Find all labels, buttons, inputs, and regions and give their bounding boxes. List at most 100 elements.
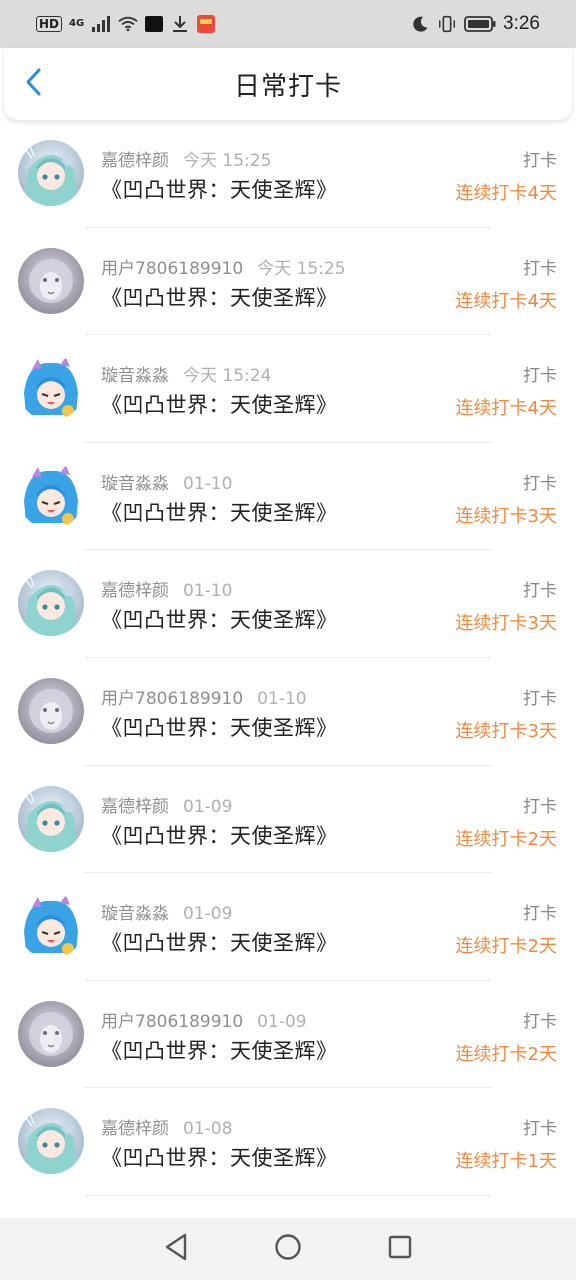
page-header: 日常打卡	[4, 48, 572, 120]
checkin-time: 今天 15:24	[183, 366, 272, 387]
triangle-back-icon	[163, 1233, 189, 1265]
checkin-meta: 用户7806189910 今天 15:25	[101, 254, 346, 279]
avatar[interactable]	[18, 893, 84, 960]
user-name[interactable]: 嘉德梓颜	[101, 151, 169, 171]
streak-label: 连续打卡3天	[455, 613, 557, 635]
square-recents-icon	[387, 1234, 413, 1264]
page-title: 日常打卡	[233, 71, 342, 102]
divider	[84, 1194, 492, 1196]
checkin-tag: 打卡	[523, 1011, 557, 1032]
list-item[interactable]: 嘉德梓颜 今天 15:25 《凹凸世界：天使圣辉》 打卡连续打卡4天	[0, 120, 576, 228]
streak-label: 连续打卡3天	[455, 720, 557, 742]
list-item[interactable]: 用户7806189910 01-09 《凹凸世界：天使圣辉》 打卡连续打卡2天	[0, 981, 576, 1089]
checkin-tag: 打卡	[523, 473, 557, 494]
avatar[interactable]	[18, 140, 84, 206]
checkin-meta: 用户7806189910 01-10	[101, 684, 307, 709]
checkin-tag: 打卡	[523, 366, 557, 387]
streak-label: 连续打卡4天	[455, 290, 557, 312]
download-icon	[170, 14, 190, 34]
user-name[interactable]: 用户7806189910	[101, 1012, 243, 1032]
message-notification-icon	[145, 16, 164, 32]
avatar[interactable]	[18, 1108, 84, 1175]
checkin-meta: 嘉德梓颜 今天 15:25	[101, 146, 271, 171]
list-item[interactable]: 用户7806189910 01-10 《凹凸世界：天使圣辉》 打卡连续打卡3天	[0, 658, 576, 766]
user-name[interactable]: 嘉德梓颜	[101, 581, 169, 601]
game-title: 《凹凸世界：天使圣辉》	[101, 285, 338, 310]
avatar[interactable]	[18, 785, 84, 852]
streak-label: 连续打卡2天	[455, 1043, 557, 1065]
list-item[interactable]: 璇音淼淼 今天 15:24 《凹凸世界：天使圣辉》 打卡连续打卡4天	[0, 335, 576, 443]
checkin-tag: 打卡	[523, 151, 557, 171]
user-name[interactable]: 嘉德梓颜	[101, 1119, 169, 1139]
status-bar-right: 3:26	[410, 13, 540, 35]
nav-recents-button[interactable]	[380, 1229, 420, 1269]
avatar[interactable]	[18, 677, 84, 744]
signal-icon	[91, 14, 111, 34]
game-title: 《凹凸世界：天使圣辉》	[101, 178, 338, 202]
checkin-time: 01-09	[183, 796, 233, 817]
user-name[interactable]: 嘉德梓颜	[101, 797, 169, 817]
checkin-meta: 璇音淼淼 01-10	[101, 469, 232, 494]
user-name[interactable]: 璇音淼淼	[101, 474, 169, 494]
avatar[interactable]	[18, 462, 84, 529]
checkin-tag: 打卡	[523, 581, 557, 602]
avatar[interactable]	[18, 570, 84, 637]
streak-label: 连续打卡3天	[455, 505, 557, 527]
checkin-meta: 嘉德梓颜 01-08	[101, 1114, 232, 1139]
checkin-meta: 嘉德梓颜 01-09	[101, 792, 232, 817]
streak-label: 连续打卡2天	[455, 936, 557, 958]
checkin-time: 01-10	[183, 473, 233, 494]
game-title: 《凹凸世界：天使圣辉》	[101, 1146, 338, 1171]
game-title: 《凹凸世界：天使圣辉》	[101, 715, 338, 740]
checkin-meta: 璇音淼淼 01-09	[101, 899, 232, 924]
streak-label: 连续打卡1天	[455, 1151, 557, 1173]
chevron-left-icon	[23, 67, 45, 101]
checkin-time: 今天 15:25	[257, 258, 346, 279]
checkin-list[interactable]: 嘉德梓颜 今天 15:25 《凹凸世界：天使圣辉》 打卡 连续打卡4天 用户7806189…	[0, 120, 576, 1218]
checkin-meta: 用户7806189910 01-09	[101, 1007, 307, 1032]
checkin-meta: 璇音淼淼 今天 15:24	[101, 361, 271, 386]
checkin-tag: 打卡	[523, 904, 557, 925]
streak-label: 连续打卡4天	[455, 398, 557, 420]
game-title: 《凹凸世界：天使圣辉》	[101, 608, 338, 633]
checkin-time: 01-09	[257, 1011, 307, 1032]
list-item[interactable]: 用户7806189910 今天 15:25 《凹凸世界：天使圣辉》 打卡连续打卡4天	[0, 228, 576, 336]
checkin-tag: 打卡	[523, 688, 557, 709]
user-name[interactable]: 璇音淼淼	[101, 904, 169, 924]
user-name[interactable]: 用户7806189910	[101, 689, 243, 709]
list-item[interactable]: 璇音淼淼 01-10 《凹凸世界：天使圣辉》 打卡连续打卡3天	[0, 443, 576, 551]
status-bar: HD 4G 3:26	[0, 0, 576, 48]
battery-icon	[464, 14, 496, 34]
game-title: 《凹凸世界：天使圣辉》	[101, 500, 338, 525]
list-item[interactable]: 嘉德梓颜 01-09 《凹凸世界：天使圣辉》 打卡连续打卡2天	[0, 766, 576, 874]
checkin-tag: 打卡	[523, 796, 557, 817]
avatar[interactable]	[18, 247, 84, 314]
back-button[interactable]	[16, 66, 52, 102]
checkin-time: 01-10	[257, 688, 307, 709]
list-item[interactable]: 嘉德梓颜 01-08 《凹凸世界：天使圣辉》 打卡连续打卡1天	[0, 1088, 576, 1196]
wifi-icon	[118, 14, 138, 34]
checkin-time: 今天 15:25	[183, 151, 272, 171]
game-title: 《凹凸世界：天使圣辉》	[101, 393, 338, 418]
checkin-tag: 打卡	[523, 258, 557, 279]
avatar[interactable]	[18, 1000, 84, 1067]
streak-label: 连续打卡4天	[455, 183, 557, 204]
user-name[interactable]: 璇音淼淼	[101, 366, 169, 386]
user-name[interactable]: 用户7806189910	[101, 259, 243, 279]
game-title: 《凹凸世界：天使圣辉》	[101, 823, 338, 848]
checkin-meta: 嘉德梓颜 01-10	[101, 576, 232, 601]
list-item[interactable]: 璇音淼淼 01-09 《凹凸世界：天使圣辉》 打卡 连续打卡2天	[0, 873, 576, 981]
status-bar-left: HD 4G	[36, 14, 216, 34]
streak-label: 连续打卡2天	[455, 828, 557, 850]
nav-home-button[interactable]	[268, 1229, 308, 1269]
list-item[interactable]: 嘉德梓颜 01-10 《凹凸世界：天使圣辉》 打卡连续打卡3天	[0, 550, 576, 658]
nav-back-button[interactable]	[156, 1229, 196, 1269]
game-title: 《凹凸世界：天使圣辉》	[101, 1038, 338, 1063]
clock: 3:26	[503, 13, 540, 34]
checkin-time: 01-09	[183, 904, 233, 925]
avatar[interactable]	[18, 355, 84, 422]
vibrate-icon	[437, 14, 457, 34]
checkin-time: 01-08	[183, 1119, 233, 1140]
checkin-time: 01-10	[183, 581, 233, 602]
checkin-tag: 打卡	[523, 1119, 557, 1140]
